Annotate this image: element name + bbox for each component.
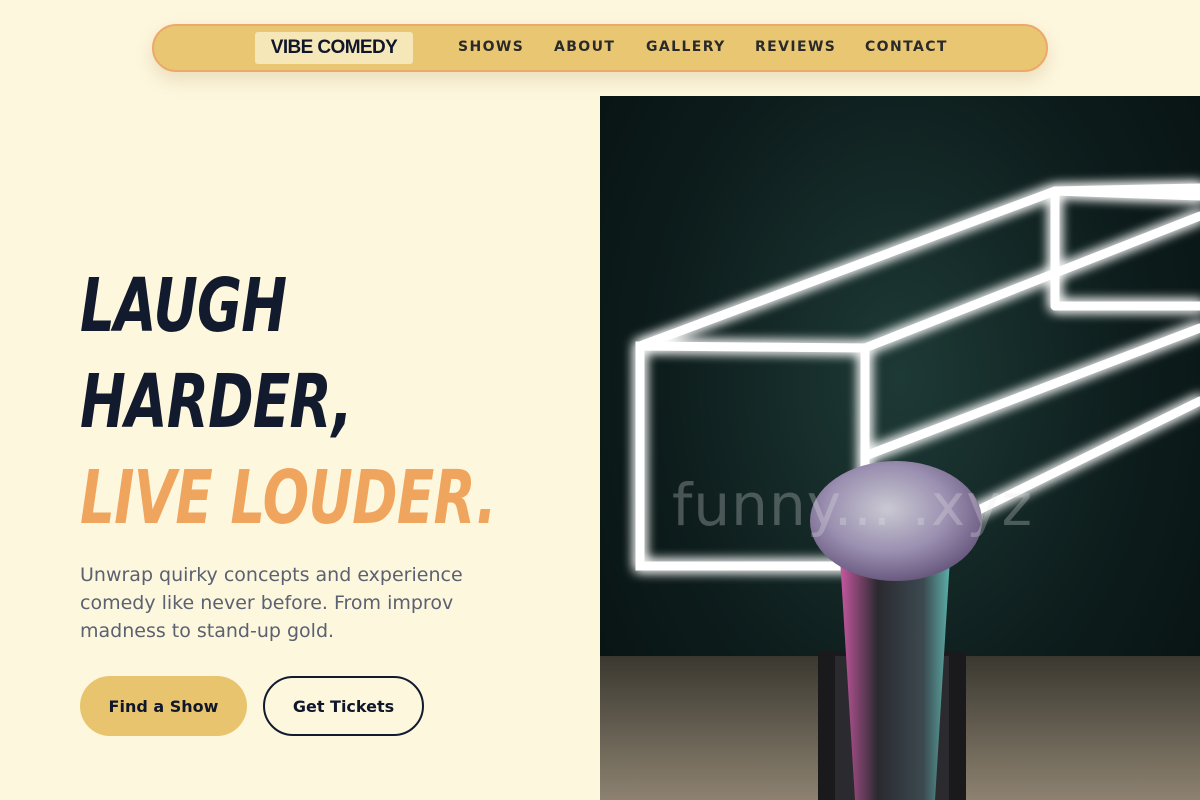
find-a-show-button[interactable]: Find a Show <box>80 676 247 736</box>
headline-line-1: LAUGH <box>80 263 287 349</box>
neon-stage-illustration <box>600 183 1200 800</box>
headline-line-2: HARDER, <box>80 359 353 445</box>
headline-accent-line: LIVE LOUDER. <box>80 455 497 541</box>
nav-link-shows[interactable]: SHOWS <box>458 39 524 55</box>
nav-link-reviews[interactable]: REVIEWS <box>755 39 836 55</box>
nav-link-contact[interactable]: CONTACT <box>865 39 948 55</box>
hero-headline: LAUGH HARDER, LIVE LOUDER. <box>80 258 497 546</box>
nav-link-gallery[interactable]: GALLERY <box>646 39 726 55</box>
get-tickets-button[interactable]: Get Tickets <box>263 676 424 736</box>
image-watermark: funny... .xyz <box>672 471 1034 539</box>
brand-logo[interactable]: VIBE COMEDY <box>255 32 413 64</box>
hero-microphone-image: funny... .xyz <box>600 96 1200 800</box>
hero-subtext: Unwrap quirky concepts and experience co… <box>80 564 463 642</box>
nav-link-about[interactable]: ABOUT <box>554 39 615 55</box>
top-navbar: VIBE COMEDY SHOWS ABOUT GALLERY REVIEWS … <box>152 24 1048 72</box>
